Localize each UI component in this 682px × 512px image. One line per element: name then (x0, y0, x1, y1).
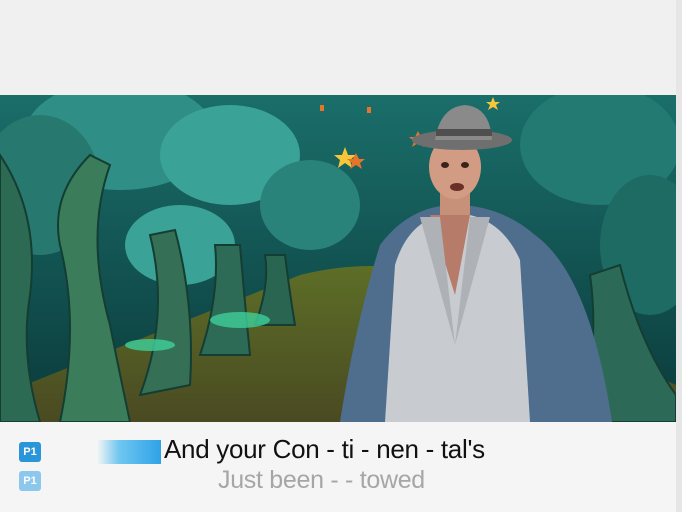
player-badge-next: P1 (19, 471, 41, 491)
music-video-scene (0, 95, 676, 422)
current-lyric-line: And your Con - ti - nen - tal's (164, 434, 485, 464)
music-video-frame (0, 95, 676, 422)
screen-right-edge (676, 0, 682, 512)
top-blank-area (0, 0, 676, 95)
player-badge-current: P1 (19, 442, 41, 462)
lyric-timing-bar (97, 440, 161, 464)
next-lyric-line: Just been - - towed (218, 466, 425, 494)
